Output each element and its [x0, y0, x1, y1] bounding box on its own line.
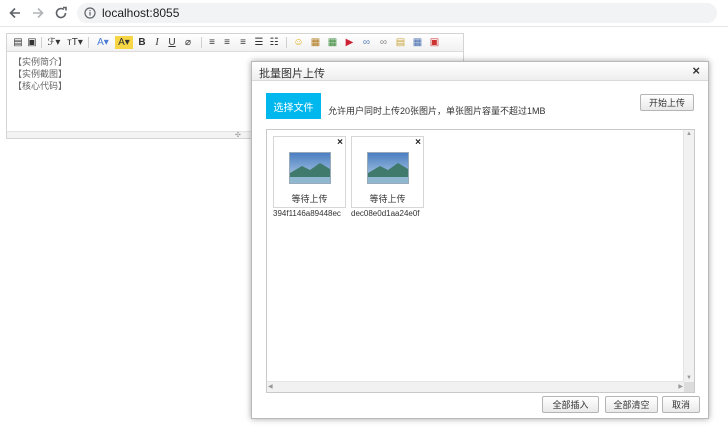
align-left-icon[interactable]: ≡: [207, 36, 217, 49]
file-name: 394f1146a89448ec: [273, 209, 341, 218]
select-files-button[interactable]: 选择文件: [266, 93, 321, 119]
italic-icon[interactable]: I: [152, 36, 162, 49]
attachment-icon[interactable]: ▤: [395, 36, 406, 49]
delete-file-icon[interactable]: ×: [337, 137, 343, 148]
resize-handle-icon[interactable]: ✣: [235, 131, 241, 139]
upload-hint: 允许用户同时上传20张图片，单张图片容量不超过1MB: [328, 106, 546, 116]
batch-upload-dialog: 批量图片上传 × 选择文件 允许用户同时上传20张图片，单张图片容量不超过1MB…: [251, 61, 709, 419]
file-item: × 等待上传 394f1146a89448ec: [273, 136, 346, 224]
font-color-icon[interactable]: A▾: [94, 36, 112, 49]
ordered-list-icon[interactable]: ☰: [254, 36, 264, 49]
scroll-right-icon[interactable]: ▶: [678, 383, 683, 390]
fullscreen-icon[interactable]: ▣: [429, 36, 440, 49]
source-icon[interactable]: ▤: [13, 36, 23, 49]
reload-icon[interactable]: [52, 4, 70, 22]
clear-format-icon[interactable]: ⌀: [183, 36, 193, 49]
unordered-list-icon[interactable]: ☷: [269, 36, 279, 49]
editor-toolbar: ▤ ▣ ℱ▾ тT▾ A▾ A▾ B I U ⌀ ≡ ≡ ≡ ☰ ☷ ☺ ▦ ▦…: [7, 34, 463, 52]
multi-image-icon[interactable]: ▦: [327, 36, 338, 49]
font-size-icon[interactable]: тT▾: [66, 36, 84, 49]
scroll-down-icon[interactable]: ▼: [686, 375, 692, 381]
start-upload-button[interactable]: 开始上传: [640, 94, 694, 111]
link-icon[interactable]: ∞: [361, 36, 372, 49]
info-icon[interactable]: [84, 7, 96, 19]
image-placeholder-icon: [367, 152, 409, 184]
flash-icon[interactable]: ▶: [344, 36, 355, 49]
cancel-button[interactable]: 取消: [662, 396, 700, 413]
image-placeholder-icon: [289, 152, 331, 184]
file-name: dec08e0d1aa24e0f: [351, 209, 420, 218]
address-bar[interactable]: localhost:8055: [77, 3, 717, 23]
highlight-icon[interactable]: A▾: [115, 36, 133, 49]
dialog-titlebar: 批量图片上传 ×: [252, 62, 708, 81]
bold-icon[interactable]: B: [137, 36, 147, 49]
forward-arrow-icon[interactable]: [29, 4, 47, 22]
file-status: 等待上传: [369, 194, 406, 204]
horizontal-scrollbar[interactable]: ◀ ▶: [267, 381, 684, 392]
align-center-icon[interactable]: ≡: [222, 36, 232, 49]
scroll-corner: [684, 382, 694, 392]
align-right-icon[interactable]: ≡: [238, 36, 248, 49]
delete-file-icon[interactable]: ×: [415, 137, 421, 148]
clear-all-button[interactable]: 全部清空: [605, 396, 658, 413]
scroll-up-icon[interactable]: ▲: [686, 131, 692, 137]
scroll-left-icon[interactable]: ◀: [268, 383, 273, 390]
image-icon[interactable]: ▦: [310, 36, 321, 49]
table-icon[interactable]: ▦: [412, 36, 423, 49]
browser-bar: localhost:8055: [0, 0, 728, 27]
file-thumbnail: × 等待上传: [351, 136, 424, 208]
url-text: localhost:8055: [102, 6, 180, 20]
file-thumbnail: × 等待上传: [273, 136, 346, 208]
file-item: × 等待上传 dec08e0d1aa24e0f: [351, 136, 424, 224]
dialog-title: 批量图片上传: [259, 68, 325, 80]
emoji-icon[interactable]: ☺: [293, 36, 304, 49]
unlink-icon[interactable]: ∞: [378, 36, 389, 49]
template-icon[interactable]: ▣: [27, 36, 37, 49]
file-list: × 等待上传 394f1146a89448ec × 等待上传 dec08e0d1…: [266, 129, 695, 393]
font-family-icon[interactable]: ℱ▾: [45, 36, 63, 49]
file-status: 等待上传: [291, 194, 328, 204]
back-arrow-icon[interactable]: [6, 4, 24, 22]
underline-icon[interactable]: U: [167, 36, 177, 49]
close-icon[interactable]: ×: [692, 63, 700, 78]
vertical-scrollbar[interactable]: ▲ ▼: [683, 130, 694, 382]
insert-all-button[interactable]: 全部插入: [542, 396, 599, 413]
